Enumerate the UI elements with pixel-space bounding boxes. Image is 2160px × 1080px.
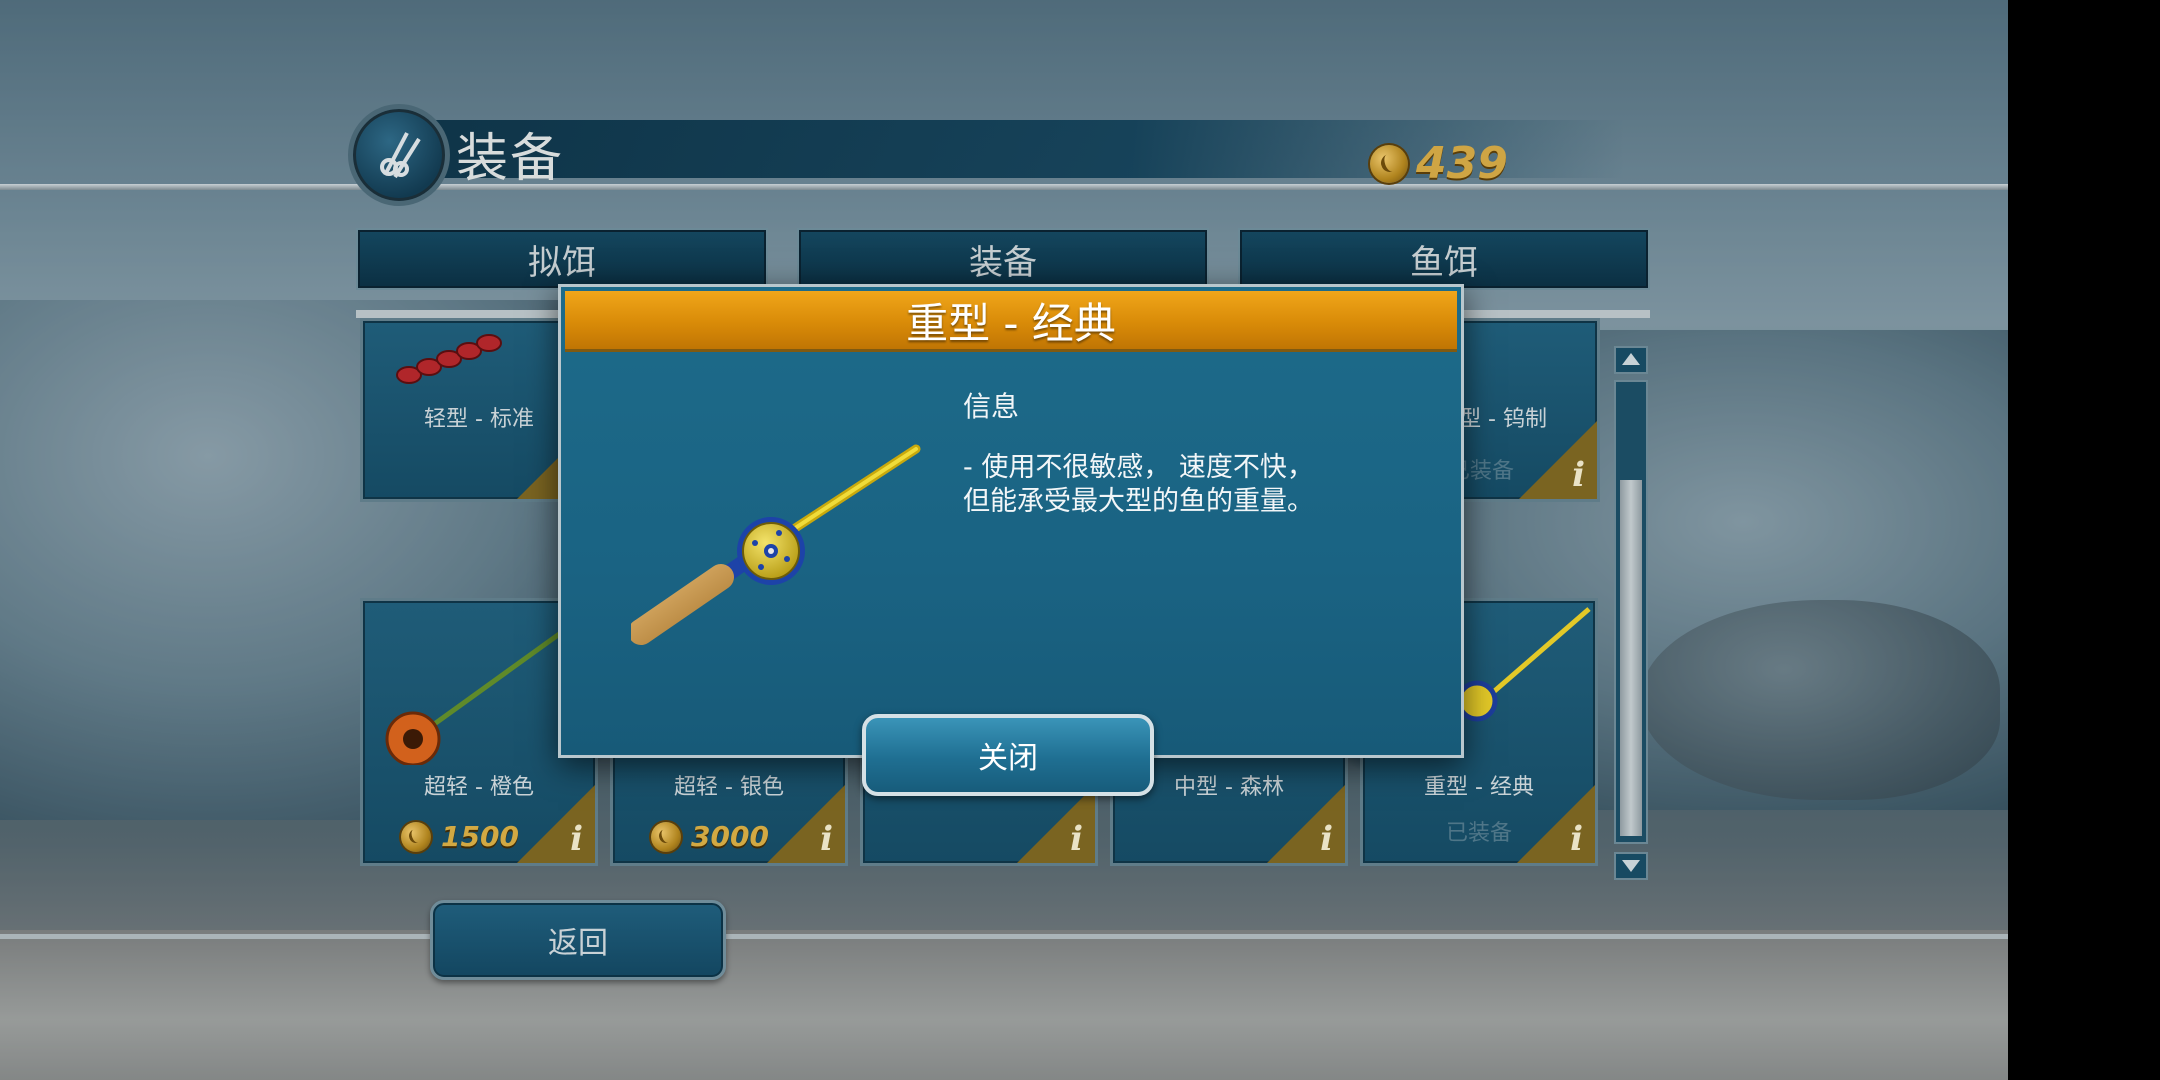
info-icon[interactable]: i bbox=[820, 819, 833, 859]
coin-balance: 439 bbox=[1370, 138, 1508, 189]
coin-icon bbox=[651, 821, 681, 852]
header-divider bbox=[0, 184, 2008, 190]
orange-rod-icon bbox=[385, 624, 571, 765]
description-line: - 使用不很敏感， 速度不快， bbox=[963, 452, 1314, 483]
info-icon[interactable]: i bbox=[570, 819, 583, 859]
scroll-down-button[interactable] bbox=[1614, 852, 1648, 880]
page-title: 装备 bbox=[456, 129, 565, 189]
tab-lures[interactable]: 拟饵 bbox=[356, 228, 768, 290]
info-icon[interactable]: i bbox=[1320, 819, 1333, 859]
tab-bait[interactable]: 鱼饵 bbox=[1238, 228, 1650, 290]
blue-yellow-rod-icon bbox=[1456, 607, 1591, 722]
description-line: 但能承受最大型的鱼的重量。 bbox=[963, 486, 1314, 517]
info-icon[interactable]: i bbox=[1572, 455, 1585, 495]
letterbox-bar bbox=[2008, 0, 2160, 1080]
info-corner bbox=[1519, 421, 1597, 499]
info-corner bbox=[767, 785, 845, 863]
scrollbar-track[interactable] bbox=[1614, 380, 1648, 844]
info-corner bbox=[1517, 785, 1595, 863]
price-tag: 3000 bbox=[651, 820, 769, 853]
auger-icon bbox=[396, 334, 502, 384]
coin-count: 439 bbox=[1416, 138, 1508, 189]
info-corner bbox=[517, 785, 595, 863]
info-icon[interactable]: i bbox=[1070, 819, 1083, 859]
scrollbar-thumb[interactable] bbox=[1620, 480, 1642, 836]
footer-divider bbox=[0, 934, 2008, 939]
price-value: 1500 bbox=[441, 820, 519, 853]
back-button[interactable]: 返回 bbox=[430, 900, 726, 980]
gear-info-dialog: 重型 - 经典 信息 - 使用不很敏感， 速度不快， 但能承受最大型的鱼的重量。 bbox=[558, 284, 1464, 758]
fishing-gear-icon bbox=[348, 104, 450, 206]
coin-icon bbox=[401, 821, 431, 852]
close-button[interactable]: 关闭 bbox=[862, 714, 1154, 796]
price-tag: 1500 bbox=[401, 820, 519, 853]
info-icon[interactable]: i bbox=[1570, 819, 1583, 859]
tab-gear[interactable]: 装备 bbox=[797, 228, 1209, 290]
dialog-title: 重型 - 经典 bbox=[565, 291, 1457, 352]
info-corner bbox=[1267, 785, 1345, 863]
fishing-rod-icon bbox=[631, 444, 921, 645]
gear-description: - 使用不很敏感， 速度不快， 但能承受最大型的鱼的重量。 bbox=[963, 451, 1423, 519]
price-value: 3000 bbox=[691, 820, 769, 853]
coin-icon bbox=[1370, 144, 1408, 183]
scroll-up-button[interactable] bbox=[1614, 346, 1648, 374]
info-corner bbox=[1017, 785, 1095, 863]
info-heading: 信息 bbox=[963, 390, 1020, 423]
